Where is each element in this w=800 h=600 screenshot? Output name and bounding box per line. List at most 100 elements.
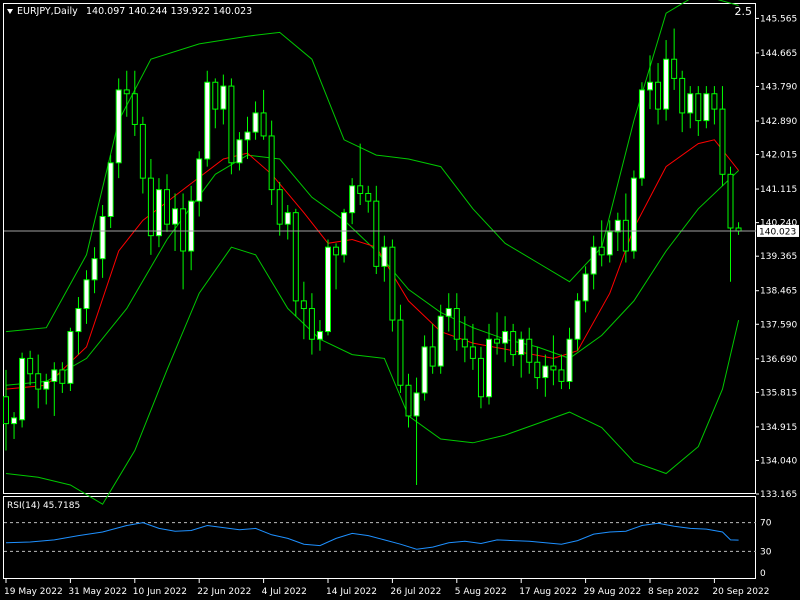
candle	[526, 327, 533, 374]
candle	[244, 116, 251, 159]
candle	[590, 235, 597, 290]
candle	[405, 373, 412, 428]
candle-body	[558, 369, 565, 382]
candle	[131, 70, 138, 136]
candle-body	[43, 380, 50, 390]
candle-body	[622, 219, 629, 252]
candle	[147, 158, 154, 255]
candle-body	[212, 81, 219, 110]
candle-body	[131, 93, 138, 125]
candle-body	[534, 361, 541, 379]
candle	[35, 354, 42, 409]
candle-body	[373, 200, 380, 267]
candle-body	[461, 338, 468, 348]
candle-body	[349, 185, 356, 214]
candle	[300, 281, 307, 340]
candle-body	[357, 185, 364, 194]
candle	[421, 335, 428, 401]
candle-body	[316, 331, 323, 340]
rsi-tick-label: 70	[760, 519, 772, 529]
candle	[308, 293, 315, 355]
bollinger-lower-line	[5, 246, 740, 505]
candle-body	[477, 357, 484, 398]
price-tick-label: 142.015	[760, 151, 797, 161]
candle-body	[252, 112, 259, 133]
candle	[687, 86, 694, 129]
candle-body	[389, 246, 396, 321]
candle-body	[155, 189, 162, 237]
candle-body	[542, 365, 549, 379]
candle	[542, 354, 549, 397]
candle	[477, 346, 484, 409]
candle	[703, 86, 710, 129]
candle-body	[397, 319, 404, 386]
candle-body	[204, 81, 211, 160]
price-axis: 145.565 144.665 143.790 142.890 142.015 141.1…	[756, 14, 797, 500]
price-tick-label: 145.565	[760, 14, 797, 24]
price-tick-label: 136.690	[760, 355, 797, 365]
candle	[252, 101, 259, 140]
chart-canvas[interactable]: 140.023 145.565 144.665 143.790 142.890 142.…	[0, 0, 800, 600]
candle	[445, 293, 452, 332]
time-tick-label: 10 Jun 2022	[133, 587, 187, 597]
candle-body	[75, 308, 82, 333]
time-tick-label: 20 Sep 2022	[712, 587, 769, 597]
candle-body	[566, 338, 573, 382]
candle-body	[51, 369, 58, 382]
candle-body	[276, 189, 283, 225]
moving-average-line	[5, 139, 739, 390]
price-tick-label: 140.240	[760, 219, 797, 229]
bollinger-bands	[5, 0, 740, 505]
symbol-menu-triangle-icon[interactable]	[7, 9, 13, 14]
price-tick-label: 139.365	[760, 252, 797, 262]
time-tick-label: 4 Jul 2022	[262, 587, 307, 597]
candle-body	[236, 139, 243, 164]
candle	[91, 247, 98, 294]
candle-body	[453, 308, 460, 340]
rsi-line	[5, 522, 739, 550]
candle	[381, 235, 388, 282]
rsi-indicator: 70 30 0	[4, 519, 772, 579]
candle-body	[582, 273, 589, 302]
candle-body	[711, 93, 718, 110]
candle	[574, 293, 581, 351]
candle-body	[333, 246, 340, 256]
candle-body	[413, 392, 420, 417]
price-tick-label: 138.465	[760, 287, 797, 297]
candle-body	[663, 58, 670, 110]
candle	[671, 28, 678, 90]
candle-body	[107, 162, 114, 217]
candle	[727, 166, 734, 282]
price-tick-label: 143.790	[760, 82, 797, 92]
candle-body	[228, 85, 235, 164]
candle-body	[695, 93, 702, 122]
candle	[59, 362, 66, 393]
candle	[325, 239, 331, 336]
ohlc-values: 140.097 140.244 139.922 140.023	[86, 6, 252, 17]
candle	[75, 297, 82, 355]
candle	[695, 86, 702, 136]
candle-body	[502, 331, 509, 344]
candle	[316, 320, 323, 351]
candle	[83, 270, 90, 324]
candle-body	[83, 279, 90, 310]
zoom-label: 2.5	[735, 5, 753, 18]
candle	[99, 204, 106, 278]
candle-body	[703, 93, 710, 122]
bid-line-group: 140.023	[4, 224, 799, 237]
candle-body	[526, 338, 533, 363]
candle	[333, 243, 340, 290]
candle	[188, 185, 195, 271]
candle	[292, 208, 299, 317]
price-tick-label: 135.815	[760, 388, 797, 398]
candle	[349, 178, 356, 225]
candle	[389, 239, 396, 332]
candle	[582, 266, 589, 313]
candle-body	[494, 338, 501, 344]
candle-body	[405, 384, 412, 417]
time-tick-label: 8 Sep 2022	[648, 587, 699, 597]
trading-chart-window[interactable]: 140.023 145.565 144.665 143.790 142.890 142.…	[0, 0, 800, 600]
time-tick-label: 14 Jul 2022	[326, 587, 377, 597]
candle	[276, 181, 283, 236]
candle-body	[437, 315, 444, 367]
